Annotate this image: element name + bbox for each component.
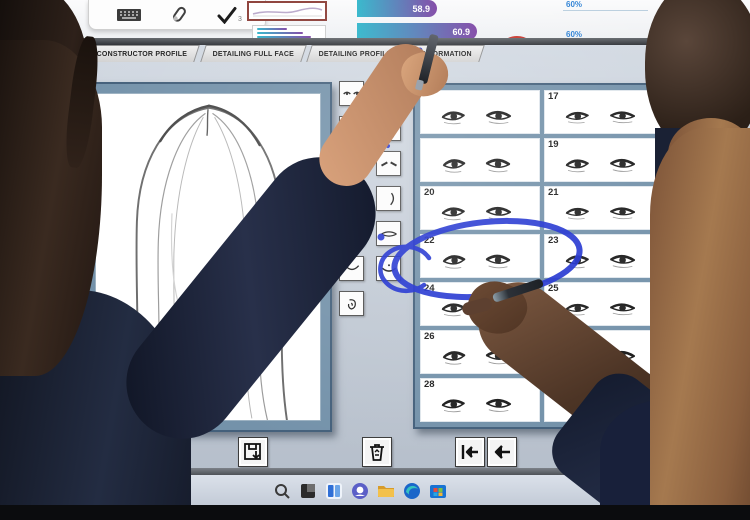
confirm-check-icon[interactable] xyxy=(216,6,238,24)
trash-icon xyxy=(366,441,388,463)
cell-number: 23 xyxy=(548,235,559,246)
eyes-sketch xyxy=(552,151,657,177)
eyebrow-shape-icon xyxy=(379,156,399,172)
lips-shape-icon xyxy=(379,226,399,242)
tab-constructor-profile[interactable]: CONSTRUCTOR PROFILE xyxy=(84,45,200,62)
right-woman-hair xyxy=(650,128,750,520)
eyes-sketch xyxy=(430,150,532,177)
eye-option-cell[interactable]: 17 xyxy=(544,90,664,134)
eyes-sketch xyxy=(552,200,657,223)
cell-number: 28 xyxy=(424,379,435,390)
window-divider xyxy=(0,38,750,45)
eye-option-cell[interactable]: 22 xyxy=(420,234,540,278)
cell-number: 22 xyxy=(424,235,435,246)
previous-page-icon xyxy=(491,441,513,463)
eyes-sketch xyxy=(430,246,532,273)
search-icon[interactable] xyxy=(272,481,292,501)
whiteboard-annotation-toolbar xyxy=(88,0,266,30)
microsoft-store-icon[interactable] xyxy=(428,481,448,501)
task-view-icon[interactable] xyxy=(298,481,318,501)
widgets-icon[interactable] xyxy=(324,481,344,501)
eraser-icon[interactable] xyxy=(169,5,189,25)
cell-number: 21 xyxy=(548,187,559,198)
eye-option-cell[interactable]: 21 xyxy=(544,186,664,230)
lips-shape-tool-button[interactable] xyxy=(376,221,401,246)
eye-option-cell[interactable]: 20 xyxy=(420,186,540,230)
save-icon xyxy=(242,441,264,463)
slide-number: 3 xyxy=(238,16,242,23)
eyes-sketch xyxy=(428,103,533,129)
bar-value-label: 60.9 xyxy=(452,27,470,37)
eyes-sketch xyxy=(428,391,533,417)
mini-bar xyxy=(257,28,287,30)
mini-bar xyxy=(257,32,303,34)
eye-option-cell[interactable]: 23 xyxy=(544,234,664,278)
delete-button[interactable] xyxy=(362,437,392,467)
cell-number: 20 xyxy=(424,187,435,198)
gradient-bar-1: 58.9 xyxy=(357,0,437,17)
tab-detailing-full-face[interactable]: DETAILING FULL FACE xyxy=(200,45,307,62)
cheek-line-tool-button[interactable] xyxy=(376,186,401,211)
smile-tool-button[interactable] xyxy=(376,256,401,281)
ear-icon xyxy=(342,296,362,312)
eyes-sketch xyxy=(552,104,657,127)
edge-icon[interactable] xyxy=(402,481,422,501)
first-page-button[interactable] xyxy=(455,437,485,467)
divider-line xyxy=(563,10,648,11)
cheek-line-icon xyxy=(379,191,399,207)
cell-number: 26 xyxy=(424,331,435,342)
cell-number: 19 xyxy=(548,139,559,150)
cell-number: 25 xyxy=(548,283,559,294)
bar-value-label: 58.9 xyxy=(412,4,430,14)
first-page-icon xyxy=(459,441,481,463)
smile-icon xyxy=(379,261,399,277)
touchscreen-photo: 58.9 60.9 60% 60% 3 xyxy=(0,0,750,520)
slide-thumbnail-line-chart[interactable] xyxy=(247,1,327,21)
eye-option-cell[interactable] xyxy=(420,90,540,134)
previous-page-button[interactable] xyxy=(487,437,517,467)
cell-number: 17 xyxy=(548,91,559,102)
teams-icon[interactable] xyxy=(350,481,370,501)
screen-bezel xyxy=(0,505,750,520)
cell-number: 24 xyxy=(424,283,435,294)
file-explorer-icon[interactable] xyxy=(376,481,396,501)
ear-tool-button[interactable] xyxy=(339,291,364,316)
eyes-sketch xyxy=(552,247,657,273)
eye-option-cell[interactable]: 28 xyxy=(420,378,540,422)
save-button[interactable] xyxy=(238,437,268,467)
eye-option-cell[interactable] xyxy=(420,138,540,182)
percent-label: 60% xyxy=(566,0,626,9)
eye-option-cell[interactable]: 19 xyxy=(544,138,664,182)
eyes-sketch xyxy=(428,199,533,225)
keyboard-icon[interactable] xyxy=(116,7,142,23)
